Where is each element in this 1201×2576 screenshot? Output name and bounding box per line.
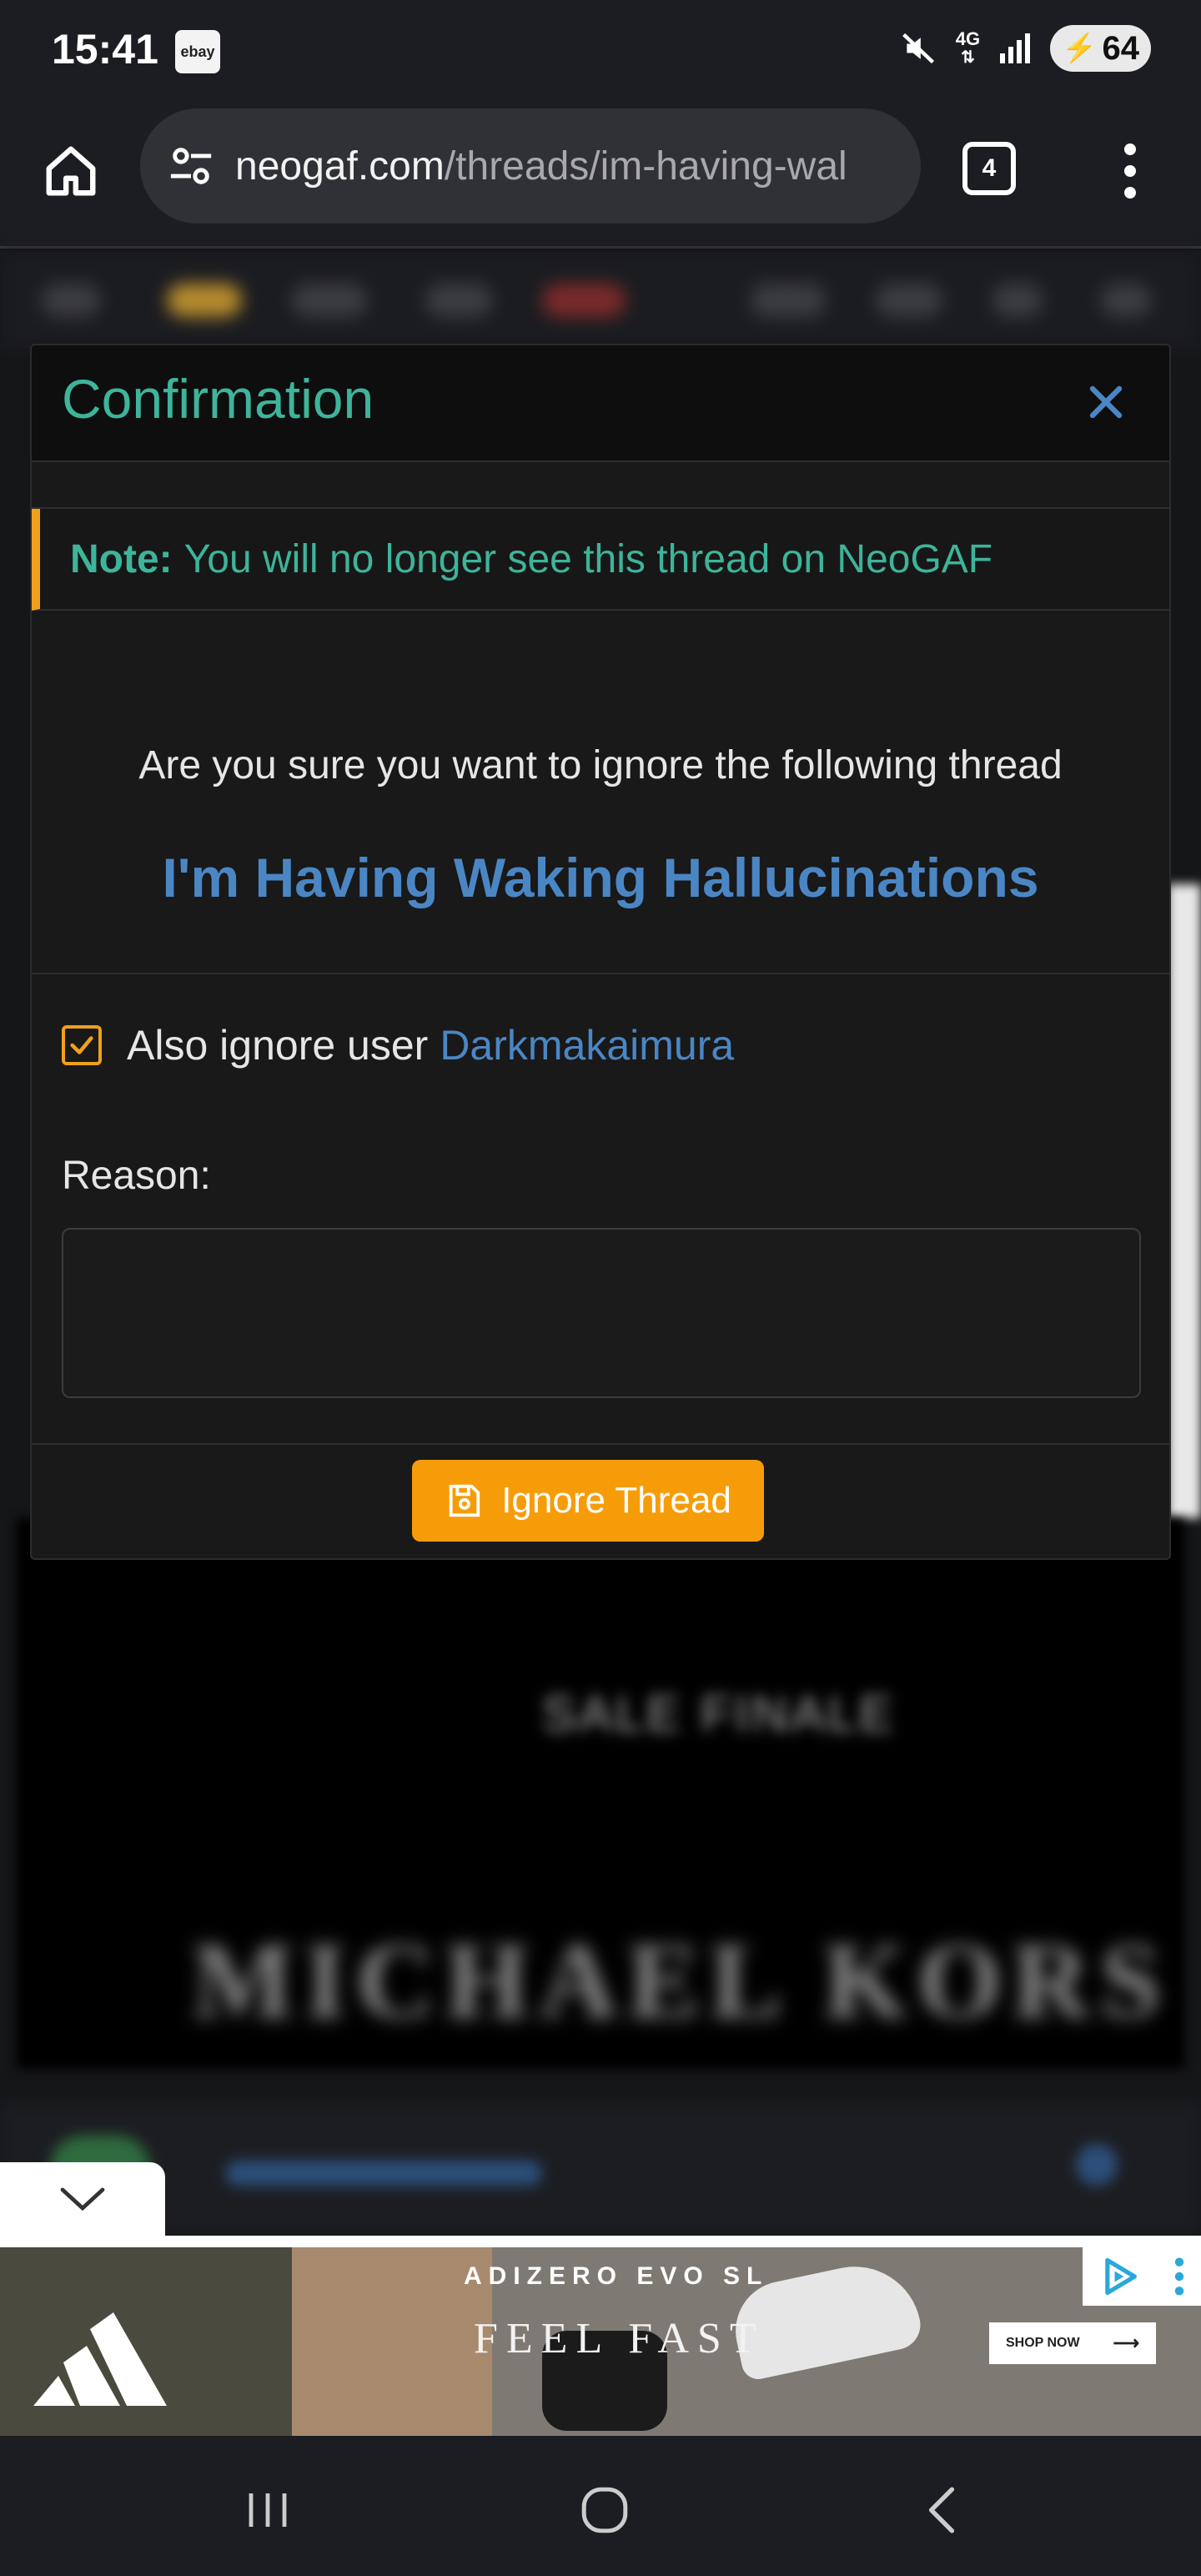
blurred-background-ad: SALE FINALE MICHAEL KORS — [17, 1518, 1184, 2069]
ad-options-icon — [1174, 2257, 1183, 2296]
status-bar: 15:41 ebay 4G ⇅ ⚡ 64 — [0, 0, 1201, 100]
network-4g-icon: 4G ⇅ — [955, 28, 981, 68]
url-domain: neogaf.com — [235, 143, 445, 189]
reason-textarea[interactable] — [62, 1228, 1141, 1398]
ignored-user-link[interactable]: Darkmakaimura — [440, 1021, 734, 1069]
note-banner: Note: You will no longer see this thread… — [32, 509, 1169, 611]
site-settings-icon[interactable] — [167, 142, 215, 190]
url-path: /threads/im-having-wal — [444, 143, 847, 189]
thread-title-link[interactable]: I'm Having Waking Hallucinations — [32, 846, 1169, 909]
ad-top-border — [0, 2236, 1201, 2247]
network-label: 4G — [955, 28, 981, 49]
blurred-site-nav — [0, 250, 1201, 350]
confirm-message: Are you sure you want to ignore the foll… — [138, 743, 1063, 787]
also-ignore-checkbox[interactable] — [62, 1025, 102, 1065]
tab-count: 4 — [982, 154, 997, 182]
close-button[interactable] — [1079, 375, 1133, 429]
blurred-post-row — [0, 2102, 1201, 2236]
ad-shop-now-button[interactable]: SHOP NOW ⟶ — [989, 2322, 1156, 2364]
status-time: 15:41 — [52, 26, 158, 73]
ad-tagline: FEEL FAST — [474, 2315, 765, 2362]
ignore-thread-label: Ignore Thread — [501, 1480, 731, 1521]
battery-icon: ⚡ 64 — [1050, 25, 1151, 72]
chevron-down-icon — [60, 2187, 105, 2211]
ignore-thread-dialog: Confirmation Note: You will no longer se… — [30, 344, 1171, 1560]
ad-headline: ADIZERO EVO SL — [464, 2262, 769, 2290]
blurred-sidebar-edge — [1168, 884, 1201, 1518]
adidas-logo-icon — [33, 2312, 167, 2406]
reason-label: Reason: — [62, 1154, 211, 1198]
note-label: Note: — [70, 536, 173, 581]
url-text: neogaf.com/threads/im-having-wal — [235, 143, 847, 189]
mute-icon — [901, 30, 937, 67]
recent-apps-icon — [249, 2493, 287, 2527]
ad-middle-panel — [292, 2247, 492, 2436]
save-icon — [449, 1484, 480, 1517]
signal-icon — [998, 32, 1032, 65]
also-ignore-label: Also ignore user — [127, 1022, 429, 1069]
browser-toolbar: neogaf.com/threads/im-having-wal 4 — [0, 100, 1201, 249]
screen: 15:41 ebay 4G ⇅ ⚡ 64 neogaf.com/threads/… — [0, 0, 1201, 2576]
system-navigation-bar — [0, 2436, 1201, 2576]
status-icons: 4G ⇅ ⚡ 64 — [901, 25, 1151, 72]
back-button[interactable] — [904, 2473, 979, 2548]
more-menu-icon[interactable] — [1109, 133, 1151, 209]
home-circle-icon — [581, 2487, 628, 2533]
recent-apps-button[interactable] — [230, 2473, 305, 2548]
ad-cta-label: SHOP NOW — [1006, 2336, 1080, 2350]
ad-collapse-button[interactable] — [0, 2162, 165, 2237]
dialog-divider — [32, 973, 1169, 974]
ebay-notification-icon: ebay — [175, 30, 220, 73]
ad-choices-icon — [1104, 2257, 1137, 2296]
note-text: You will no longer see this thread on Ne… — [183, 536, 993, 581]
checkmark-icon — [70, 1036, 93, 1054]
ad-choices-badge[interactable] — [1083, 2247, 1201, 2306]
close-icon — [1089, 385, 1123, 419]
ignore-thread-button[interactable]: Ignore Thread — [412, 1460, 764, 1542]
home-nav-button[interactable] — [567, 2473, 642, 2548]
dialog-separator — [32, 462, 1169, 509]
dialog-footer-divider — [32, 1443, 1169, 1445]
home-button[interactable] — [33, 133, 108, 209]
tab-switcher-button[interactable]: 4 — [962, 142, 1016, 195]
ad-banner[interactable]: ADIZERO EVO SL FEEL FAST SHOP NOW ⟶ — [0, 2247, 1201, 2436]
also-ignore-user-row[interactable]: Also ignore user Darkmakaimura — [62, 1021, 734, 1069]
arrow-right-icon: ⟶ — [1113, 2332, 1139, 2353]
dialog-header: Confirmation — [32, 345, 1169, 462]
back-icon — [928, 2487, 955, 2533]
dialog-title: Confirmation — [62, 368, 374, 430]
address-bar[interactable]: neogaf.com/threads/im-having-wal — [140, 108, 921, 224]
battery-level: 64 — [1102, 29, 1140, 67]
home-icon — [46, 146, 96, 196]
